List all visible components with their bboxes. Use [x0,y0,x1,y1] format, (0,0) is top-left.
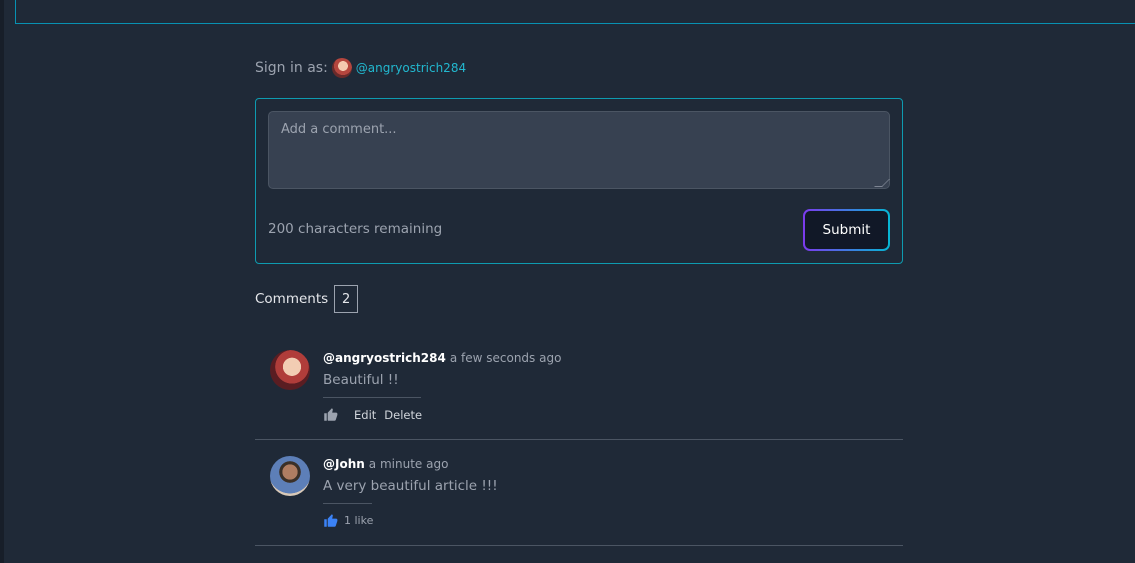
like-count: 1 like [344,514,374,527]
comment-form: 200 characters remaining Submit [255,98,903,264]
comment-divider [323,503,372,504]
submit-button-border: Submit [803,209,890,251]
comment-divider [323,397,421,398]
comment-time: a few seconds ago [449,351,562,365]
avatar[interactable] [270,350,310,390]
edit-button[interactable]: Edit [354,408,376,422]
thumbs-up-icon[interactable] [323,513,338,528]
article-card-bottom-edge [15,0,1135,24]
avatar[interactable] [331,58,352,78]
comment-author[interactable]: @angryostrich284 [323,351,446,365]
comments-count-badge: 2 [334,285,359,313]
comments-title: Comments [255,291,329,307]
delete-button[interactable]: Delete [384,408,422,422]
comment-author[interactable]: @John [323,457,365,471]
comment-text: Beautiful !! [323,372,399,388]
comment-time: a minute ago [368,457,449,471]
comment-actions: Edit Delete [323,407,430,422]
comment-header: @angryostrich284 a few seconds ago [323,351,561,365]
comment-text: A very beautiful article !!! [323,478,498,494]
thumbs-up-icon[interactable] [323,407,338,422]
avatar[interactable] [270,456,310,496]
signin-handle-link[interactable]: @angryostrich284 [356,61,466,75]
signin-row: Sign in as: @angryostrich284 [255,58,466,78]
characters-remaining: 200 characters remaining [268,221,443,237]
comment-actions: 1 like [323,513,373,528]
page: Sign in as: @angryostrich284 200 charact… [0,0,1135,563]
comment-header: @John a minute ago [323,457,448,471]
signin-label: Sign in as: [255,60,328,76]
submit-button[interactable]: Submit [805,211,888,249]
left-edge [0,0,4,563]
comment-item: @angryostrich284 a few seconds ago Beaut… [255,334,903,440]
comment-item: @John a minute ago A very beautiful arti… [255,440,903,546]
comment-input[interactable] [268,111,890,189]
comments-header: Comments 2 [255,285,359,313]
